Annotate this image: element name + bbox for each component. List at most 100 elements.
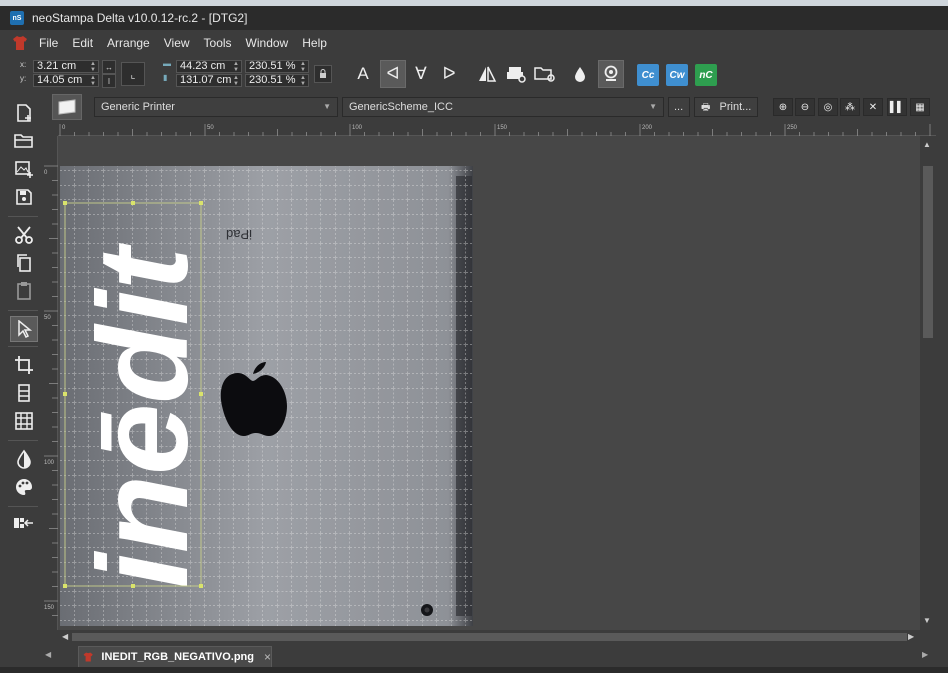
paste-icon[interactable] [10, 278, 38, 304]
width-scale-spinner[interactable]: ▲ ▼ [298, 61, 308, 74]
vertical-ruler-ticks: 0 50 100 150 [44, 165, 58, 616]
menu-window[interactable]: Window [246, 36, 289, 50]
select-pointer-icon[interactable] [10, 316, 38, 342]
ruler-label: 0 [44, 170, 48, 176]
menu-tools[interactable]: Tools [204, 36, 232, 50]
scroll-up-icon[interactable]: ▲ [923, 140, 931, 149]
tile-view-icon[interactable]: ▦ [910, 98, 930, 116]
tab-document-label: INEDIT_RGB_NEGATIVO.png [101, 651, 254, 663]
left-toolbar [0, 92, 42, 647]
height-scale-spinner[interactable]: ▲ ▼ [298, 75, 308, 88]
window-title: neoStampa Delta v10.0.12-rc.2 - [DTG2] [32, 11, 248, 25]
y-spinner[interactable]: ▲ ▼ [88, 75, 98, 88]
save-icon[interactable] [10, 184, 38, 210]
menu-view[interactable]: View [164, 36, 190, 50]
grid-icon[interactable] [10, 408, 38, 434]
palette-icon[interactable] [10, 474, 38, 500]
menu-bar: File Edit Arrange View Tools Window Help [0, 30, 948, 56]
mirror-icon[interactable] [474, 60, 500, 88]
height-spinner[interactable]: ▲ ▼ [231, 75, 241, 88]
printer-settings-icon[interactable] [503, 60, 529, 88]
tab-scroll-right-icon[interactable]: ▶ [922, 650, 928, 659]
zoom-out-icon[interactable]: ⊖ [795, 98, 815, 116]
scroll-down-icon[interactable]: ▼ [923, 616, 931, 625]
close-icon[interactable]: × [264, 650, 271, 664]
horizontal-scroll-thumb[interactable] [72, 633, 907, 641]
height-icon: ▮ [163, 73, 168, 82]
anchor-point-icon[interactable]: ⌞ [121, 62, 145, 86]
webcam-icon[interactable] [598, 60, 624, 88]
chevron-down-icon: ▼ [649, 102, 657, 111]
horizontal-ruler-ticks: 0 50 100 150 200 250 [59, 124, 931, 136]
new-document-icon[interactable] [10, 100, 38, 126]
print-button[interactable]: 🖶 Print... [694, 97, 758, 117]
cw-color-button[interactable]: Cw [666, 64, 688, 86]
tab-scroll-left-icon[interactable]: ◀ [45, 650, 51, 659]
tshirt-icon [13, 36, 27, 50]
zoom-fit-icon[interactable]: ⊕ [773, 98, 793, 116]
rotate-270-icon[interactable]: ᐅ [436, 60, 462, 88]
flip-horizontal-icon[interactable]: ↔ [102, 60, 116, 74]
more-options-button[interactable]: ... [668, 97, 690, 117]
printer-select[interactable]: Generic Printer ▼ [94, 97, 338, 117]
folder-refresh-icon[interactable] [532, 60, 558, 88]
separator [8, 506, 38, 507]
y-label: y: [20, 74, 27, 83]
cut-icon[interactable] [10, 222, 38, 248]
canvas-area[interactable]: iPad inēdit [58, 136, 920, 630]
contrast-icon[interactable] [10, 446, 38, 472]
rotate-90-icon[interactable]: ᐊ [380, 60, 406, 88]
artwork-text: inēdit [72, 243, 215, 589]
ruler-label: 100 [44, 460, 55, 466]
separator [8, 310, 38, 311]
collapse-panel-icon[interactable] [10, 510, 38, 536]
import-image-icon[interactable] [10, 156, 38, 182]
ruler-label: 50 [207, 125, 214, 131]
flip-vertical-icon[interactable]: I [102, 74, 116, 88]
expand-icon[interactable]: ✕ [863, 98, 883, 116]
columns-view-icon[interactable]: ▌▌ [887, 98, 907, 116]
ink-drop-icon[interactable] [568, 60, 594, 88]
printer-bar: Generic Printer ▼ GenericScheme_ICC ▼ ..… [42, 92, 948, 122]
lock-aspect-icon[interactable] [314, 65, 332, 83]
copy-icon[interactable] [10, 250, 38, 276]
tab-document[interactable]: INEDIT_RGB_NEGATIVO.png × [78, 646, 272, 667]
nc-color-button[interactable]: nC [695, 64, 717, 86]
zoom-reset-icon[interactable]: ◎ [818, 98, 838, 116]
vertical-ruler: 0 50 100 150 [42, 136, 58, 630]
cc-color-button[interactable]: Cc [637, 64, 659, 86]
tiling-icon[interactable] [10, 380, 38, 406]
vertical-scroll-thumb[interactable] [923, 166, 933, 338]
menu-help[interactable]: Help [302, 36, 327, 50]
scroll-left-icon[interactable]: ◀ [62, 632, 68, 641]
position-toolbar: x: y: 3.21 cm ▲ ▼ 14.05 cm ▲ ▼ ↔ I ⌞ ▬ ▮ 4… [0, 56, 948, 92]
x-spinner[interactable]: ▲ ▼ [88, 61, 98, 74]
separator [8, 440, 38, 441]
tshirt-icon [83, 652, 93, 662]
open-folder-icon[interactable] [10, 128, 38, 154]
horizontal-scrollbar[interactable]: ◀ ▶ [58, 630, 920, 644]
scroll-right-icon[interactable]: ▶ [908, 632, 914, 641]
horizontal-ruler: 0 50 100 150 200 250 [58, 122, 936, 136]
menu-arrange[interactable]: Arrange [107, 36, 150, 50]
print-button-label: Print... [719, 101, 752, 113]
ruler-label: 50 [44, 315, 51, 321]
color-scheme-select[interactable]: GenericScheme_ICC ▼ [342, 97, 664, 117]
printer-select-value: Generic Printer [101, 101, 175, 113]
menu-file[interactable]: File [39, 36, 58, 50]
x-label: x: [20, 60, 27, 69]
width-icon: ▬ [163, 59, 171, 68]
title-bar: nS neoStampa Delta v10.0.12-rc.2 - [DTG2… [0, 6, 948, 30]
text-normal-icon[interactable]: A [350, 60, 376, 88]
ruler-label: 100 [352, 125, 363, 131]
crop-icon[interactable] [10, 352, 38, 378]
ruler-label: 150 [44, 605, 55, 611]
media-button[interactable] [52, 94, 82, 120]
arrange-icon[interactable]: ⁂ [840, 98, 860, 116]
menu-edit[interactable]: Edit [72, 36, 93, 50]
app-logo: nS [10, 11, 24, 25]
camera-lens-inner [424, 607, 430, 613]
vertical-scrollbar[interactable]: ▲ ▼ [920, 136, 936, 630]
width-spinner[interactable]: ▲ ▼ [231, 61, 241, 74]
rotate-180-icon[interactable]: ∀ [408, 60, 434, 88]
